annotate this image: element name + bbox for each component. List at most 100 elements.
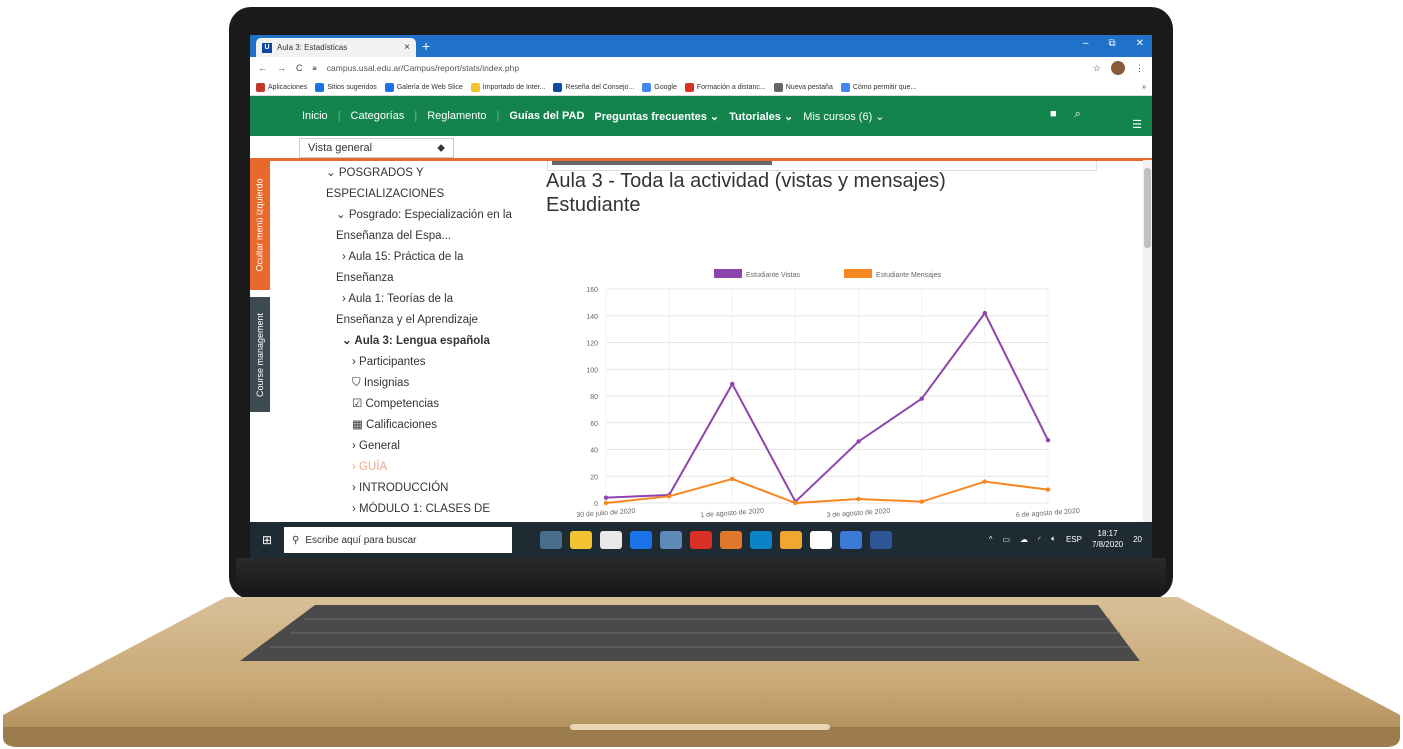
- tree-item[interactable]: › Aula 1: Teorías de la: [298, 289, 528, 310]
- bookmark-star-icon[interactable]: ☆: [1093, 63, 1101, 74]
- y-tick-label: 60: [590, 421, 598, 428]
- bookmark-item[interactable]: Nueva pestaña: [773, 82, 833, 92]
- browser-menu-icon[interactable]: ⋮: [1135, 63, 1144, 74]
- bookmark-item[interactable]: Formación a distanc...: [684, 82, 766, 92]
- wifi-icon[interactable]: ◜: [1038, 535, 1041, 544]
- tree-item[interactable]: Enseñanza del Espa...: [298, 226, 528, 247]
- nav-item[interactable]: Inicio: [302, 110, 328, 123]
- profile-avatar[interactable]: [1111, 61, 1125, 75]
- data-point: [856, 496, 861, 502]
- tree-item[interactable]: ⌄ Aula 3: Lengua española: [298, 331, 528, 352]
- site-navbar: Inicio | Categorías | Reglamento | Guías del P…: [250, 96, 1152, 136]
- bookmark-item[interactable]: Sitios sugeridos: [315, 82, 377, 92]
- course-management-label: Course management: [255, 312, 266, 397]
- windows-start-icon[interactable]: ⊞: [250, 533, 284, 547]
- close-window-button[interactable]: ✕: [1136, 38, 1144, 49]
- tree-item[interactable]: ☑ Competencias: [298, 394, 528, 415]
- chrome-icon[interactable]: [720, 531, 742, 549]
- bookmark-favicon-icon: [384, 82, 394, 92]
- language-indicator[interactable]: ESP: [1066, 535, 1082, 544]
- lock-icon[interactable]: 🔒︎: [313, 63, 317, 73]
- y-tick-label: 80: [590, 394, 598, 401]
- y-tick-label: 120: [586, 341, 598, 348]
- tree-item[interactable]: › GUÍA: [298, 457, 528, 478]
- media-icon[interactable]: [690, 531, 712, 549]
- nav-separator: |: [414, 110, 418, 122]
- settings-sliders-icon[interactable]: ☰: [1132, 118, 1142, 131]
- url-field[interactable]: campus.usal.edu.ar/Campus/report/stats/i…: [327, 63, 1083, 73]
- taskbar-search[interactable]: ⚲ Escribe aquí para buscar: [284, 527, 512, 553]
- security-icon[interactable]: [810, 531, 832, 549]
- tree-item[interactable]: ESPECIALIZACIONES: [298, 184, 528, 205]
- notifications-badge[interactable]: 20: [1133, 535, 1142, 544]
- page-title-line2: Estudiante: [546, 194, 641, 216]
- restore-button[interactable]: ⧉: [1108, 38, 1115, 49]
- bookmark-item[interactable]: Importado de Inter...: [470, 82, 545, 92]
- nav-item[interactable]: Tutoriales ⌄: [729, 110, 793, 123]
- bookmarks-more-icon[interactable]: »: [1142, 84, 1146, 91]
- bookmark-item[interactable]: Google: [642, 82, 677, 92]
- volume-icon[interactable]: 🔈︎: [1051, 534, 1056, 544]
- data-point: [603, 495, 609, 500]
- bookmark-item[interactable]: Aplicaciones: [256, 82, 308, 92]
- tree-item[interactable]: › Participantes: [298, 352, 528, 373]
- data-point: [730, 381, 735, 387]
- course-management-tab[interactable]: Course management: [250, 297, 270, 412]
- browser-tab[interactable]: U Aula 3: Estadísticas ×: [256, 38, 416, 57]
- store-icon[interactable]: [600, 531, 622, 549]
- bookmark-item[interactable]: Reseña del Consejo...: [553, 82, 635, 92]
- y-tick-label: 160: [586, 287, 598, 294]
- legend-label: Estudiante Vistas: [746, 272, 800, 279]
- forward-icon[interactable]: →: [277, 63, 286, 73]
- browser-app-icon[interactable]: [780, 531, 802, 549]
- nav-item[interactable]: Mis cursos (6) ⌄: [803, 110, 884, 123]
- bookmark-item[interactable]: Galería de Web Slice: [384, 82, 463, 92]
- mail-icon[interactable]: [660, 531, 682, 549]
- tree-item[interactable]: Enseñanza y el Aprendizaje: [298, 310, 528, 331]
- new-tab-button[interactable]: +: [422, 38, 430, 54]
- onedrive-icon[interactable]: ☁: [1020, 535, 1028, 544]
- browser-tabbar: U Aula 3: Estadísticas × + – ⧉ ✕: [250, 35, 1152, 57]
- tree-item[interactable]: ⛉ Insignias: [298, 373, 528, 394]
- bookmark-label: Reseña del Consejo...: [565, 83, 635, 91]
- nav-item[interactable]: Guías del PAD: [509, 110, 584, 123]
- tree-item[interactable]: › INTRODUCCIÓN: [298, 478, 528, 499]
- x-tick-label: 6 de agosto de 2020: [1016, 508, 1080, 519]
- page-title: Aula 3 - Toda la actividad (vistas y men…: [546, 169, 946, 217]
- tree-item[interactable]: ⌄ Posgrado: Especialización en la: [298, 205, 528, 226]
- tree-item[interactable]: Enseñanza: [298, 268, 528, 289]
- back-icon[interactable]: ←: [258, 63, 267, 73]
- data-point: [603, 500, 609, 506]
- search-icon[interactable]: ⌕: [1075, 108, 1081, 121]
- data-point: [982, 310, 988, 316]
- page-scrollbar[interactable]: [1143, 160, 1152, 522]
- task-view-icon[interactable]: [540, 531, 562, 549]
- app-l-icon[interactable]: [630, 531, 652, 549]
- word-icon[interactable]: [870, 531, 892, 549]
- tray-chevron-icon[interactable]: ^: [989, 535, 993, 544]
- hide-left-menu-tab[interactable]: Ocultar menú izquierdo: [250, 160, 270, 290]
- edge-icon[interactable]: [750, 531, 772, 549]
- tree-item[interactable]: › MÓDULO 1: CLASES DE: [298, 499, 528, 520]
- battery-icon[interactable]: ▭: [1002, 535, 1010, 544]
- nav-item[interactable]: Categorías: [351, 110, 405, 123]
- x-tick-label: 3 de agosto de 2020: [826, 508, 890, 519]
- minimize-button[interactable]: –: [1083, 38, 1089, 49]
- view-selector[interactable]: Vista general ⬥: [299, 138, 454, 158]
- messaging-icon[interactable]: [840, 531, 862, 549]
- tree-item[interactable]: › Aula 15: Práctica de la: [298, 247, 528, 268]
- reload-icon[interactable]: C: [296, 63, 303, 73]
- clock[interactable]: 18:17 7/8/2020: [1092, 528, 1123, 550]
- bookmark-icon[interactable]: ■: [1050, 108, 1057, 121]
- tree-item[interactable]: ▦ Calificaciones: [298, 415, 528, 436]
- file-explorer-icon[interactable]: [570, 531, 592, 549]
- bookmark-label: Sitios sugeridos: [327, 83, 377, 91]
- bookmark-item[interactable]: Cómo permitir que...: [840, 82, 916, 92]
- tree-item[interactable]: › General: [298, 436, 528, 457]
- tree-item[interactable]: ⌄ POSGRADOS Y: [298, 163, 528, 184]
- nav-item[interactable]: Reglamento: [427, 110, 486, 123]
- nav-item[interactable]: Preguntas frecuentes ⌄: [594, 110, 719, 123]
- bookmark-label: Aplicaciones: [268, 83, 308, 91]
- tab-close-icon[interactable]: ×: [404, 42, 410, 53]
- bookmark-label: Galería de Web Slice: [396, 83, 463, 91]
